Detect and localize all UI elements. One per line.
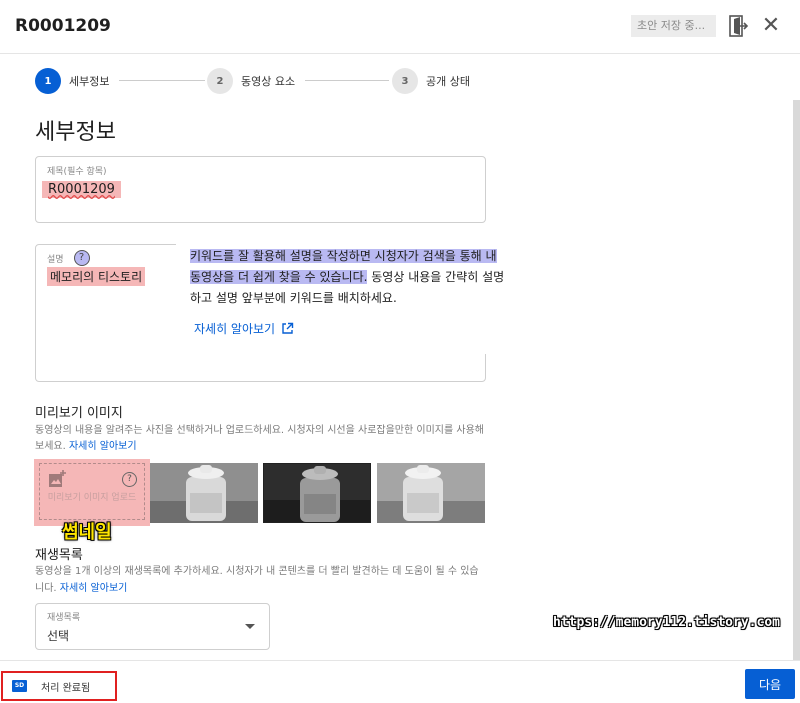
step-connector (305, 80, 389, 81)
save-status-badge: 초안 저장 중... (631, 15, 716, 37)
processing-status-text: 처리 완료됨 (41, 683, 91, 694)
playlist-dropdown-label: 재생목록 (47, 613, 81, 623)
tooltip-link-label: 자세히 알아보기 (194, 322, 276, 336)
step-label: 세부정보 (69, 75, 110, 88)
add-image-icon (49, 470, 66, 487)
thumbnail-option-2-selected[interactable] (263, 463, 371, 523)
step-visibility[interactable]: 3 공개 상태 (392, 67, 470, 95)
dialog-footer: SD 처리 완료됨 다음 (0, 660, 800, 703)
watermark-url: https://memory112.tistory.com (553, 615, 780, 630)
tooltip-line-2-highlight: 동영상을 더 쉽게 찾을 수 있습니다. (190, 270, 368, 284)
step-label: 공개 상태 (426, 75, 470, 88)
playlist-learn-more-link[interactable]: 자세히 알아보기 (60, 583, 128, 594)
playlist-dropdown-value: 선택 (47, 629, 70, 643)
dialog-title: R0001209 (15, 16, 111, 36)
thumbnail-image (377, 463, 485, 523)
step-number: 2 (207, 68, 233, 94)
upload-label: 미리보기 이미지 업로드 (47, 493, 137, 503)
tooltip-line-3: 하고 설명 앞부분에 키워드를 배치하세요. (190, 291, 397, 305)
thumbnail-heading: 미리보기 이미지 (35, 406, 123, 421)
external-link-icon (282, 322, 294, 334)
step-connector (119, 80, 205, 81)
scrollbar[interactable] (793, 100, 800, 660)
step-video-elements[interactable]: 2 동영상 요소 (207, 67, 295, 95)
tooltip-learn-more-link[interactable]: 자세히 알아보기 (194, 320, 294, 337)
sd-quality-icon: SD (12, 680, 27, 692)
close-icon[interactable]: ✕ (760, 14, 782, 38)
title-field[interactable]: 제목(필수 항목) R0001209 (35, 156, 486, 223)
step-details[interactable]: 1 세부정보 (35, 67, 109, 95)
tooltip-text: 키워드를 잘 활용해 설명을 작성하면 시청자가 검색을 통해 내 동영상을 더… (190, 246, 560, 309)
playlist-description: 동영상을 1개 이상의 재생목록에 추가하세요. 시청자가 내 콘텐츠를 더 빨… (35, 563, 487, 597)
description-tooltip: 키워드를 잘 활용해 설명을 작성하면 시청자가 검색을 통해 내 동영상을 더… (176, 244, 566, 354)
thumbnail-learn-more-link[interactable]: 자세히 알아보기 (69, 441, 137, 452)
tooltip-line-1: 키워드를 잘 활용해 설명을 작성하면 시청자가 검색을 통해 내 (190, 249, 497, 263)
description-input-value[interactable]: 메모리의 티스토리 (47, 267, 146, 286)
description-label: 설명 (47, 254, 64, 265)
next-button[interactable]: 다음 (745, 669, 795, 699)
tooltip-line-2-rest: 동영상 내용을 간략히 설명 (367, 270, 505, 284)
playlist-dropdown[interactable]: 재생목록 선택 (35, 603, 270, 650)
thumbnail-image (150, 463, 258, 523)
playlist-heading: 재생목록 (35, 548, 83, 563)
thumbnail-option-3[interactable] (377, 463, 485, 523)
dropdown-arrow-icon (245, 624, 255, 629)
step-label: 동영상 요소 (241, 75, 296, 88)
thumbnail-image (264, 464, 370, 522)
title-field-label: 제목(필수 항목) (47, 167, 107, 177)
step-number: 1 (35, 68, 61, 94)
thumbnail-option-1[interactable] (150, 463, 258, 523)
thumbnail-description: 동영상의 내용을 알려주는 사진을 선택하거나 업로드하세요. 시청자의 시선을… (35, 423, 485, 455)
processing-status: SD 처리 완료됨 (1, 671, 117, 701)
thumbnail-annotation: 썸네일 (62, 522, 112, 543)
upload-help-icon[interactable]: ? (122, 472, 137, 487)
title-input-value[interactable]: R0001209 (42, 181, 121, 198)
section-title: 세부정보 (35, 120, 116, 145)
upload-stepper: 1 세부정보 2 동영상 요소 3 공개 상태 (35, 67, 485, 95)
step-number: 3 (392, 68, 418, 94)
exit-door-icon[interactable] (727, 14, 749, 38)
description-label-row: 설명 ? (47, 250, 90, 266)
help-icon[interactable]: ? (73, 250, 90, 266)
dialog-header: R0001209 초안 저장 중... ✕ (0, 0, 800, 54)
